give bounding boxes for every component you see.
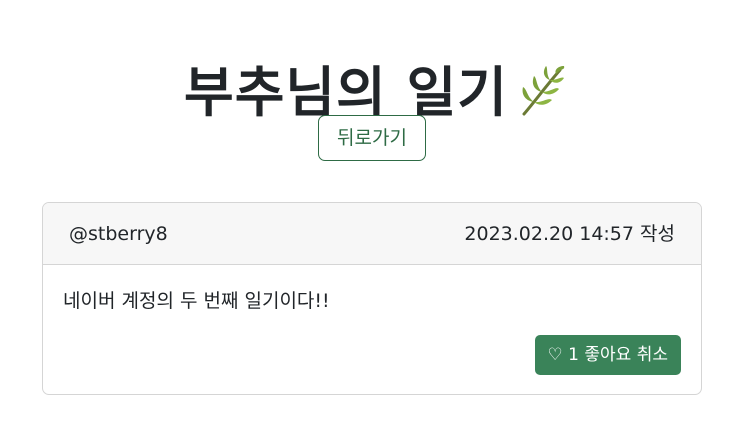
diary-card: @stberry8 2023.02.20 14:57 작성 네이버 계정의 두 … bbox=[42, 202, 702, 395]
back-button[interactable]: 뒤로가기 bbox=[318, 115, 426, 161]
post-date: 2023.02.20 14:57 작성 bbox=[464, 223, 675, 245]
unlike-button[interactable]: ♡ 1 좋아요 취소 bbox=[534, 335, 681, 375]
like-count: 1 bbox=[568, 345, 579, 365]
leaf-icon bbox=[522, 65, 565, 116]
heart-outline-icon: ♡ bbox=[547, 345, 563, 365]
like-button-label: 좋아요 취소 bbox=[584, 345, 668, 365]
card-header: @stberry8 2023.02.20 14:57 작성 bbox=[43, 203, 701, 265]
author-handle: @stberry8 bbox=[69, 223, 168, 245]
diary-content: 네이버 계정의 두 번째 일기이다!! bbox=[63, 290, 330, 312]
